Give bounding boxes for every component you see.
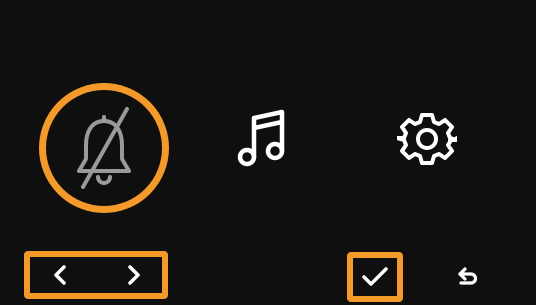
music-note-icon — [237, 109, 285, 167]
chevron-left-icon — [54, 265, 66, 285]
prev-button[interactable] — [30, 257, 90, 293]
confirm-button[interactable] — [353, 258, 397, 296]
gear-icon — [397, 113, 457, 165]
bell-muted-icon — [77, 107, 131, 189]
back-button[interactable] — [446, 258, 490, 296]
menu-item-settings[interactable] — [393, 105, 461, 173]
menu-item-music[interactable] — [226, 103, 296, 173]
checkmark-icon — [362, 267, 388, 286]
next-button[interactable] — [104, 257, 164, 293]
back-arrow-icon — [458, 267, 478, 285]
menu-item-mute[interactable] — [39, 83, 169, 213]
device-screen — [0, 0, 536, 305]
chevron-right-icon — [128, 265, 140, 285]
